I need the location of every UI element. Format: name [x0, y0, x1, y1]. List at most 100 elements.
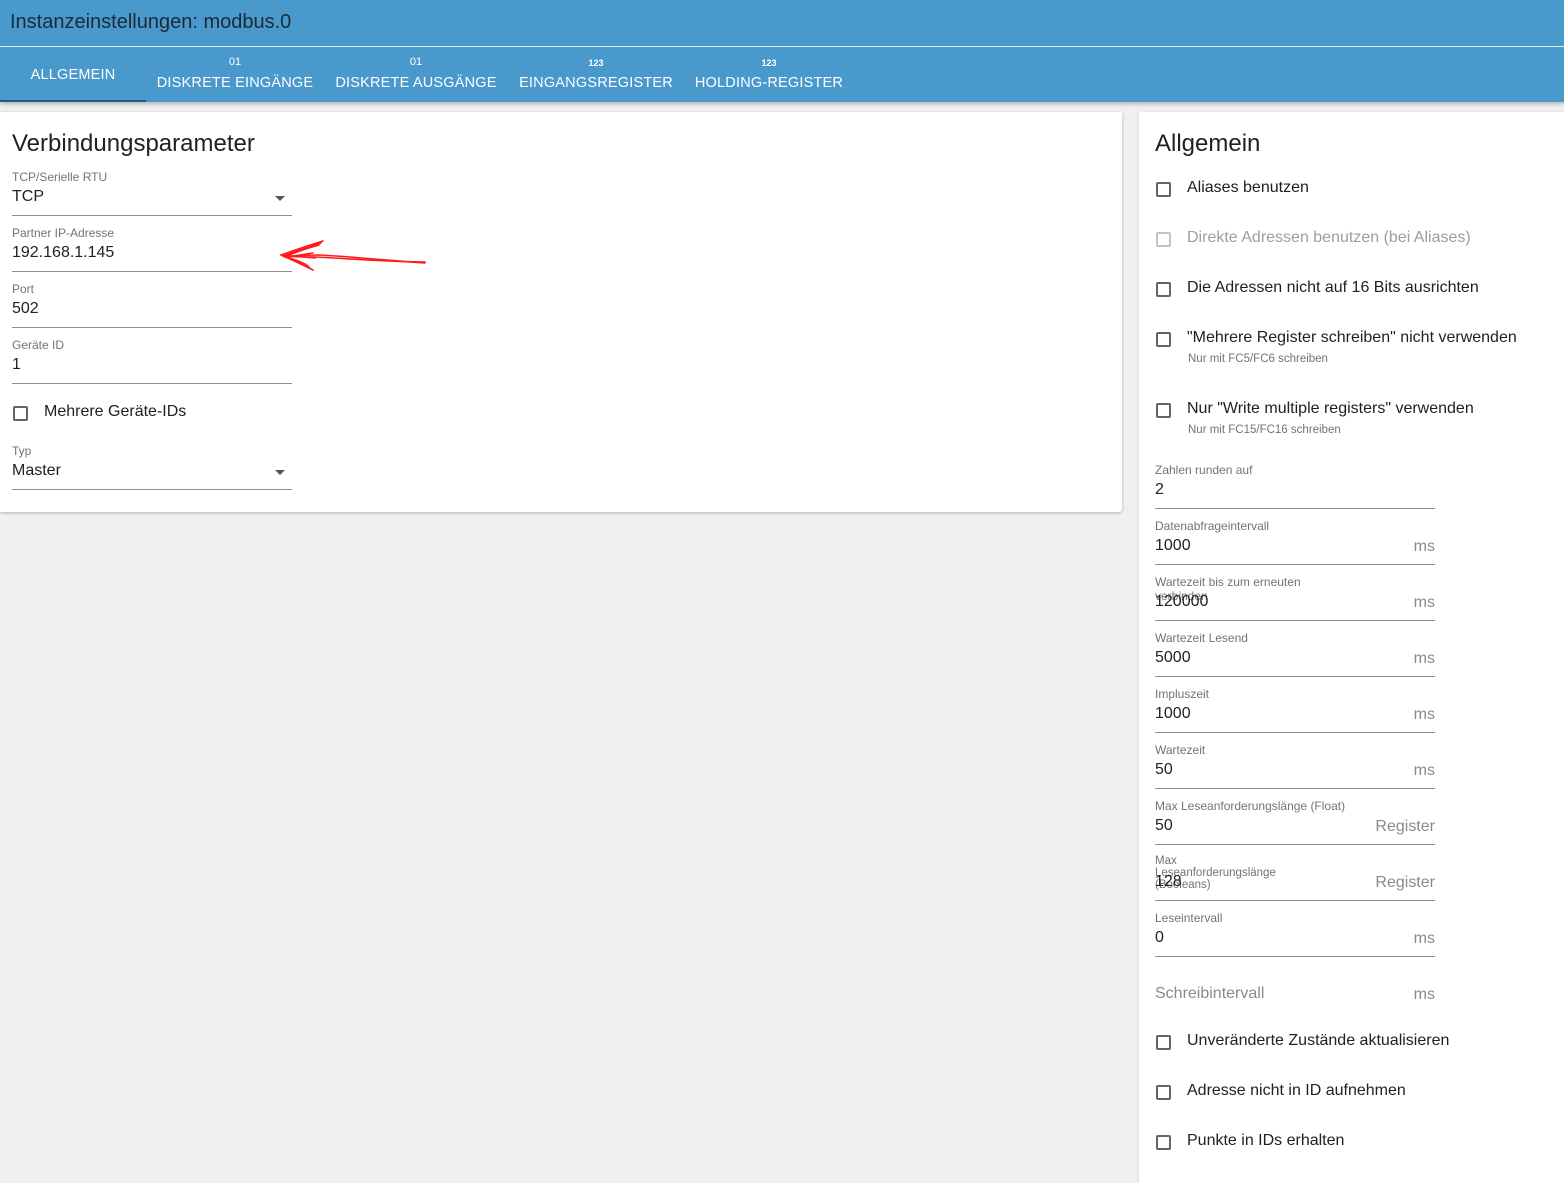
dropdown-arrow-icon	[275, 196, 285, 201]
checkbox-box[interactable]	[1156, 1085, 1171, 1100]
field-value: TCP	[12, 188, 44, 205]
checkbox-box[interactable]	[1156, 232, 1171, 247]
field-underline	[1155, 620, 1435, 621]
pulse-time-input[interactable]: Impluszeit 1000 ms	[1155, 687, 1435, 737]
field-value: 1000	[1155, 705, 1191, 722]
tab-label: DISKRETE AUSGÄNGE	[335, 75, 497, 91]
ip-address-input[interactable]: Partner IP-Adresse 192.168.1.145	[12, 226, 292, 276]
tab-label: HOLDING-REGISTER	[694, 75, 844, 91]
field-underline	[1155, 564, 1435, 565]
mode-select[interactable]: TCP/Serielle RTU TCP	[12, 170, 292, 220]
field-placeholder: Schreibintervall	[1155, 985, 1265, 1002]
active-tab-indicator	[0, 100, 146, 102]
checkbox-label: Punkte in IDs erhalten	[1187, 1132, 1345, 1149]
checkbox-box[interactable]	[1156, 282, 1171, 297]
field-label: Impluszeit	[1155, 687, 1210, 701]
type-select[interactable]: Typ Master	[12, 444, 292, 494]
checkbox-box[interactable]	[13, 406, 28, 421]
field-value: 502	[12, 300, 39, 317]
title-bar: Instanzeinstellungen: modbus.0	[0, 0, 1564, 46]
field-underline	[1155, 508, 1435, 509]
port-input[interactable]: Port 502	[12, 282, 292, 332]
tab-label: EINGANGSREGISTER	[519, 75, 673, 91]
reconnect-wait-input[interactable]: Wartezeit bis zum erneuten verbinden 120…	[1155, 575, 1435, 625]
checkbox-label: Nur "Write multiple registers" verwenden	[1187, 400, 1474, 417]
field-value: 1	[12, 356, 21, 373]
field-label: Typ	[12, 444, 32, 458]
checkbox-box[interactable]	[1156, 1135, 1171, 1150]
field-unit: ms	[1413, 762, 1435, 779]
field-unit: Register	[1375, 818, 1435, 835]
wait-time-input[interactable]: Wartezeit 50 ms	[1155, 743, 1435, 793]
checkbox-box[interactable]	[1156, 1035, 1171, 1050]
checkbox-help-text: Nur mit FC15/FC16 schreiben	[1188, 424, 1341, 436]
field-value: 120000	[1155, 593, 1209, 610]
connection-card: Verbindungsparameter TCP/Serielle RTU TC…	[0, 112, 1122, 512]
field-label: Wartezeit	[1155, 743, 1206, 757]
field-underline	[1155, 956, 1435, 957]
field-label: Zahlen runden auf	[1155, 463, 1253, 477]
field-underline	[12, 271, 292, 272]
field-label: Geräte ID	[12, 338, 65, 352]
round-input[interactable]: Zahlen runden auf 2	[1155, 463, 1435, 513]
field-unit: ms	[1413, 930, 1435, 947]
window-title: Instanzeinstellungen: modbus.0	[10, 11, 292, 33]
max-read-booleans-input[interactable]: Max Leseanforderungslänge (Booleans) 128…	[1155, 855, 1435, 905]
field-value: 50	[1155, 817, 1173, 834]
general-panel: Allgemein Aliases benutzen Direkte Adres…	[1139, 112, 1564, 1183]
field-label: Max Leseanforderungslänge (Float)	[1155, 799, 1346, 813]
read-interval-input[interactable]: Leseintervall 0 ms	[1155, 911, 1435, 961]
tab-numeric-icon: 123	[761, 58, 777, 68]
tab-bar: ALLGEMEIN 01 DISKRETE EINGÄNGE 01 DISKRE…	[0, 47, 1564, 102]
field-underline	[1155, 676, 1435, 677]
max-read-float-input[interactable]: Max Leseanforderungslänge (Float) 50 Reg…	[1155, 799, 1435, 849]
checkbox-label: "Mehrere Register schreiben" nicht verwe…	[1187, 329, 1517, 346]
tab-eingangsregister[interactable]: 123 EINGANGSREGISTER	[508, 47, 684, 102]
checkbox-box[interactable]	[1156, 332, 1171, 347]
field-unit: ms	[1413, 594, 1435, 611]
tab-numeric-icon: 123	[588, 58, 604, 68]
checkbox-label: Direkte Adressen benutzen (bei Aliases)	[1187, 229, 1471, 246]
field-underline	[12, 215, 292, 216]
field-label: Datenabfrageintervall	[1155, 519, 1270, 533]
general-heading: Allgemein	[1155, 130, 1261, 157]
write-interval-input[interactable]: Schreibintervall ms	[1155, 967, 1435, 1017]
dropdown-arrow-icon	[275, 470, 285, 475]
read-timeout-input[interactable]: Wartezeit Lesend 5000 ms	[1155, 631, 1435, 681]
field-value: 1000	[1155, 537, 1191, 554]
field-label: Wartezeit Lesend	[1155, 631, 1248, 645]
field-underline	[12, 327, 292, 328]
field-value: 192.168.1.145	[12, 244, 115, 261]
tab-binary-icon: 01	[409, 56, 423, 68]
checkbox-label: Mehrere Geräte-IDs	[44, 403, 187, 420]
tab-binary-icon: 01	[228, 56, 242, 68]
checkbox-help-text: Nur mit FC5/FC6 schreiben	[1188, 353, 1328, 365]
checkbox-label: Die Adressen nicht auf 16 Bits ausrichte…	[1187, 279, 1479, 296]
field-unit: ms	[1413, 650, 1435, 667]
device-id-input[interactable]: Geräte ID 1	[12, 338, 292, 388]
checkbox-box[interactable]	[1156, 182, 1171, 197]
field-value: 128	[1155, 873, 1182, 890]
field-underline	[1155, 788, 1435, 789]
field-unit: ms	[1413, 706, 1435, 723]
annotation-arrow-icon	[280, 240, 426, 271]
field-label: Leseintervall	[1155, 911, 1223, 925]
field-label: TCP/Serielle RTU	[12, 170, 108, 184]
tab-diskrete-eingaenge[interactable]: 01 DISKRETE EINGÄNGE	[146, 47, 324, 102]
field-unit: ms	[1413, 538, 1435, 555]
tab-holding-register[interactable]: 123 HOLDING-REGISTER	[684, 47, 854, 102]
field-unit: Register	[1375, 874, 1435, 891]
poll-interval-input[interactable]: Datenabfrageintervall 1000 ms	[1155, 519, 1435, 569]
field-label: Port	[12, 282, 35, 296]
connection-heading: Verbindungsparameter	[12, 130, 255, 157]
field-value: 50	[1155, 761, 1173, 778]
checkbox-label: Aliases benutzen	[1187, 179, 1309, 196]
checkbox-label: Unveränderte Zustände aktualisieren	[1187, 1032, 1450, 1049]
tab-diskrete-ausgaenge[interactable]: 01 DISKRETE AUSGÄNGE	[324, 47, 508, 102]
field-underline	[1155, 844, 1435, 845]
field-label: Partner IP-Adresse	[12, 226, 115, 240]
tab-label: ALLGEMEIN	[30, 67, 116, 83]
field-value: Master	[12, 462, 61, 479]
tab-allgemein[interactable]: ALLGEMEIN	[0, 47, 146, 102]
checkbox-box[interactable]	[1156, 403, 1171, 418]
